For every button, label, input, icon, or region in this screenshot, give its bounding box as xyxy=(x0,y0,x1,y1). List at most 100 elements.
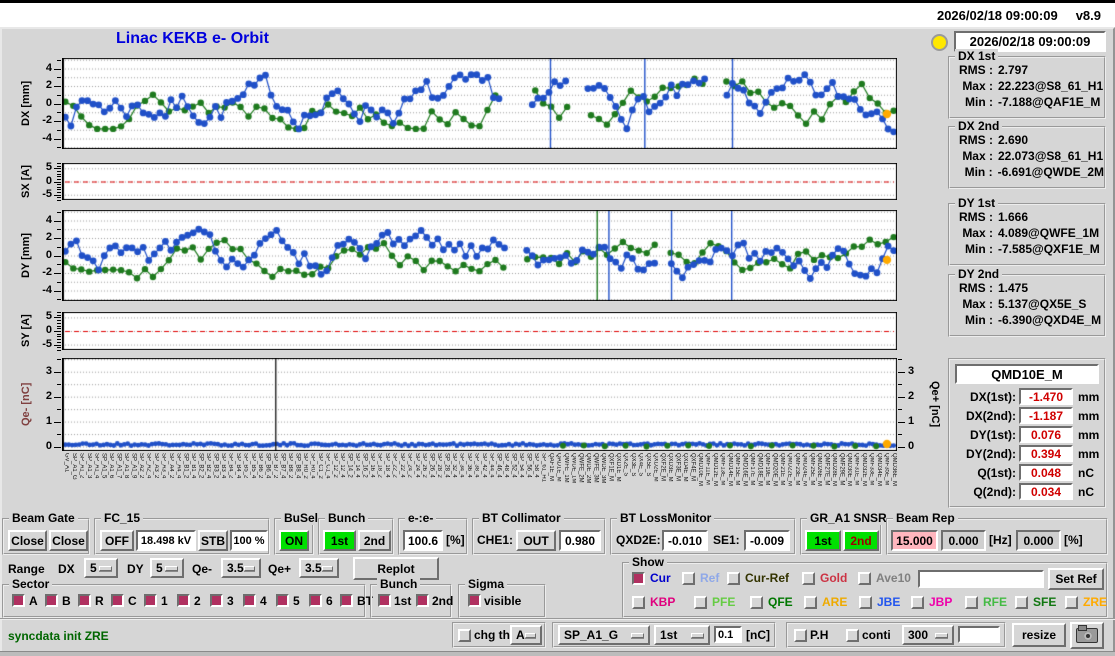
sector-checkbox-r[interactable] xyxy=(78,594,91,607)
x-axis-label: SP_A1_7 xyxy=(115,453,122,479)
x-axis-label: QXF4E_M xyxy=(689,453,696,482)
range-dx-dropdown[interactable]: 5 xyxy=(84,558,118,578)
bunch-2nd-button[interactable]: 2nd xyxy=(358,530,391,551)
gr-a1-1st-button[interactable]: 1st xyxy=(805,530,841,551)
show-kbp-checkbox[interactable] xyxy=(632,596,645,609)
bunch-label: 2nd xyxy=(432,594,454,608)
set-ref-button[interactable]: Set Ref xyxy=(1048,568,1104,590)
sp-dropdown[interactable]: SP_A1_G xyxy=(558,625,650,645)
y-tick xyxy=(57,178,61,180)
chart-qe xyxy=(62,358,897,451)
sector-checkbox-5[interactable] xyxy=(276,594,289,607)
x-axis-label: QXD2E_M xyxy=(652,453,659,482)
rms-label: RMS : xyxy=(959,133,993,147)
sigma-visible-checkbox[interactable] xyxy=(468,594,481,607)
ph-checkbox[interactable] xyxy=(794,629,807,642)
sector-checkbox-4[interactable] xyxy=(243,594,256,607)
x-axis-label: QMD30E_M xyxy=(846,453,853,487)
range-qem-dropdown[interactable]: 3.5 xyxy=(221,558,261,578)
q2-label: Q(2nd): xyxy=(973,484,1016,499)
range-qep-label: Qe+ xyxy=(268,562,292,576)
count-dropdown[interactable]: 300 xyxy=(902,625,954,645)
y-tick xyxy=(57,264,61,266)
range-dy-dropdown[interactable]: 5 xyxy=(150,558,184,578)
chg-th-panel: chg th A xyxy=(452,622,546,648)
rms-value: 2.690 xyxy=(998,133,1029,147)
y-tick xyxy=(57,170,61,172)
range-dy-label: DY xyxy=(127,562,144,576)
stats-box-dx-1st: DX 1st RMS : 2.797 Max : 22.223@S8_61_H1 M… xyxy=(948,49,1106,119)
sector-checkbox-b[interactable] xyxy=(45,594,58,607)
chg-th-dropdown[interactable]: A xyxy=(510,625,542,645)
y-tick xyxy=(57,299,61,301)
x-axis-label: QX3E_S xyxy=(629,453,636,477)
x-axis-label: SP_36_4 xyxy=(465,453,472,478)
screenshot-button[interactable] xyxy=(1070,622,1104,649)
beam-gate-close-button-2[interactable]: Close xyxy=(49,530,88,551)
x-axis-label: SP_54_4 xyxy=(518,453,525,478)
y-tick xyxy=(57,184,61,186)
show-pfe-checkbox[interactable] xyxy=(694,596,707,609)
bunch-order-dropdown[interactable]: 1st xyxy=(654,625,710,645)
show-jbp-checkbox[interactable] xyxy=(911,596,924,609)
sector-checkbox-a[interactable] xyxy=(12,594,25,607)
x-axis-label: SP_A1_G xyxy=(70,453,77,480)
x-axis-label: SP_22_4 xyxy=(398,453,405,478)
bunch-2nd-checkbox[interactable] xyxy=(416,594,429,607)
y-tick xyxy=(57,328,61,330)
x-axis-label: SP_24_2 xyxy=(406,453,413,478)
x-axis-label: QWFE_1M xyxy=(562,453,569,483)
show-ave10-checkbox[interactable] xyxy=(858,572,871,585)
gr-a1-2nd-button[interactable]: 2nd xyxy=(843,530,879,551)
y-tick-label: 0 xyxy=(908,439,915,452)
dx2-value: -1.187 xyxy=(1019,407,1073,424)
sector-checkbox-6[interactable] xyxy=(309,594,322,607)
ref-name-input[interactable] xyxy=(918,570,1044,588)
resize-button[interactable]: resize xyxy=(1012,623,1066,647)
conti-checkbox[interactable] xyxy=(846,629,859,642)
show-zre-checkbox[interactable] xyxy=(1065,596,1078,609)
busel-on-button[interactable]: ON xyxy=(279,530,309,551)
show-ref-label: Ref xyxy=(700,571,720,585)
group-title: BT LossMonitor xyxy=(617,511,715,525)
show-cur-checkbox[interactable] xyxy=(632,572,645,585)
fc15-stb-button[interactable]: STB xyxy=(198,530,228,551)
show-rfe-checkbox[interactable] xyxy=(965,596,978,609)
x-axis-label: QMF29E_M xyxy=(838,453,845,486)
sector-checkbox-1[interactable] xyxy=(144,594,157,607)
show-are-checkbox[interactable] xyxy=(804,596,817,609)
option-menu-glyph xyxy=(691,632,704,638)
bunch-1st-button[interactable]: 1st xyxy=(323,530,356,551)
range-dx-value: 5 xyxy=(90,561,97,575)
sector-checkbox-2[interactable] xyxy=(177,594,190,607)
threshold-input[interactable] xyxy=(714,626,742,643)
x-axis-label: QMF21E_M xyxy=(778,453,785,486)
option-menu-glyph xyxy=(935,632,948,638)
free-input[interactable] xyxy=(958,626,1000,643)
show-jbe-checkbox[interactable] xyxy=(859,596,872,609)
show-sfe-checkbox[interactable] xyxy=(1015,596,1028,609)
che1-out-button[interactable]: OUT xyxy=(516,530,556,551)
y-tick xyxy=(57,59,61,61)
sector-checkbox-bt[interactable] xyxy=(340,594,353,607)
x-axis-label: QXD3E_M xyxy=(667,453,674,482)
show-ref-checkbox[interactable] xyxy=(682,572,695,585)
sector-group: Sector A B R C 1 2 3 4 5 6 BT xyxy=(2,577,373,618)
show-qfe-checkbox[interactable] xyxy=(750,596,763,609)
beam-gate-close-button-1[interactable]: Close xyxy=(8,530,47,551)
fc15-off-button[interactable]: OFF xyxy=(100,530,134,551)
bunch-1st-checkbox[interactable] xyxy=(378,594,391,607)
show-gold-checkbox[interactable] xyxy=(802,572,815,585)
sector-checkbox-c[interactable] xyxy=(111,594,124,607)
bunch-select-group: Bunch 1st 2nd xyxy=(318,511,394,555)
range-qep-dropdown[interactable]: 3.5 xyxy=(299,558,339,578)
x-axis-label: QX4E_S xyxy=(637,453,644,477)
show-cur-ref-checkbox[interactable] xyxy=(727,572,740,585)
x-axis-label: SP_B8_2 xyxy=(287,453,294,479)
sector-checkbox-3[interactable] xyxy=(210,594,223,607)
y-tick xyxy=(57,246,61,248)
max-label: Max : xyxy=(962,79,993,93)
x-axis-label: SP_B4_4 xyxy=(234,453,241,479)
sector-label: A xyxy=(29,594,38,608)
chg-th-checkbox[interactable] xyxy=(458,629,471,642)
